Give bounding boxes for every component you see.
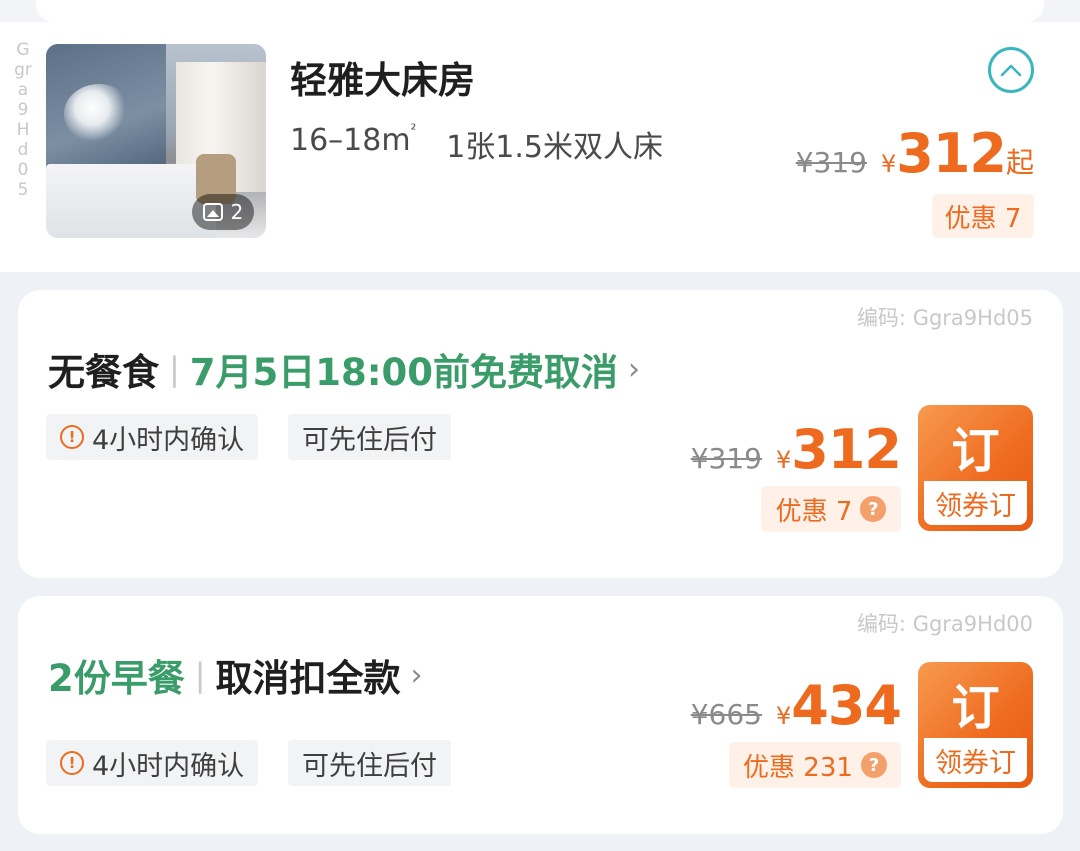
room-discount-badge: 优惠 7	[932, 194, 1034, 238]
plan-code: 编码: Ggra9Hd00	[856, 612, 1033, 636]
room-original-price: ¥319	[795, 146, 867, 179]
alert-icon: !	[60, 751, 84, 775]
plan-discount-text: 优惠 7	[775, 496, 853, 527]
room-area-value: 16–18m	[290, 123, 411, 158]
confirm-tag: ! 4小时内确认	[46, 414, 259, 460]
room-price-suffix: 起	[1005, 146, 1034, 179]
plan-price: ¥665 ¥ 434	[690, 674, 902, 737]
plan-price-value: 312	[791, 418, 902, 481]
rate-plan-card[interactable]: 编码: Ggra9Hd00 2份早餐 | 取消扣全款 › ! 4小时内确认 可先…	[18, 596, 1063, 834]
plan-cancel-policy: 取消扣全款	[215, 657, 401, 700]
room-price: ¥319 ¥ 312 起	[796, 122, 1034, 185]
pay-later-tag: 可先住后付	[288, 740, 451, 786]
plan-original-price: ¥665	[690, 698, 762, 731]
confirm-tag-text: 4小时内确认	[92, 750, 245, 782]
plan-price: ¥319 ¥ 312	[690, 418, 902, 481]
room-bed: 1张1.5米双人床	[446, 130, 663, 165]
room-area: 16–18m²	[290, 122, 416, 166]
plan-currency: ¥	[775, 702, 792, 730]
photo-count: 2	[230, 200, 244, 224]
plan-title[interactable]: 无餐食 | 7月5日18:00前免费取消 ›	[48, 342, 640, 396]
title-separator: |	[194, 656, 206, 694]
book-button-label: 订	[951, 423, 1000, 479]
room-spec: 16–18m² 1张1.5米双人床	[290, 122, 663, 166]
confirm-tag: ! 4小时内确认	[46, 740, 259, 786]
plan-meal: 无餐食	[48, 351, 159, 394]
alert-icon: !	[60, 425, 84, 449]
photo-flower-mural	[64, 84, 134, 144]
coupon-book-label: 领券订	[924, 481, 1027, 525]
plan-title[interactable]: 2份早餐 | 取消扣全款 ›	[48, 648, 423, 702]
plan-cancel-policy: 7月5日18:00前免费取消	[189, 351, 619, 394]
question-icon: ?	[860, 496, 887, 522]
plan-price-value: 434	[791, 674, 902, 737]
plan-code: 编码: Ggra9Hd05	[856, 306, 1033, 330]
chevron-right-icon: ›	[410, 657, 423, 693]
room-header[interactable]: Ggra9Hd05 2 轻雅大床房 16–18m² 1张1.5米双人床 ¥319…	[0, 22, 1080, 272]
question-icon: ?	[860, 752, 887, 778]
room-currency: ¥	[880, 150, 897, 178]
coupon-book-label: 领券订	[924, 738, 1027, 782]
confirm-tag-text: 4小时内确认	[92, 424, 245, 456]
plan-original-price: ¥319	[690, 442, 762, 475]
room-name: 轻雅大床房	[290, 59, 475, 102]
room-discount-text: 优惠 7	[944, 203, 1022, 234]
chevron-up-icon	[1000, 64, 1022, 77]
title-separator: |	[169, 350, 180, 388]
photo-bed	[46, 164, 216, 238]
top-strip	[0, 0, 1080, 22]
photo-count-badge[interactable]: 2	[192, 194, 254, 230]
pay-later-tag: 可先住后付	[288, 414, 451, 460]
chevron-right-icon: ›	[628, 351, 641, 387]
previous-card-edge	[36, 0, 1044, 22]
area-unit: ²	[410, 122, 417, 138]
book-button[interactable]: 订 领券订	[918, 662, 1033, 788]
book-button[interactable]: 订 领券订	[918, 405, 1033, 531]
plan-discount-badge[interactable]: 优惠 231 ?	[729, 742, 901, 788]
plan-discount-badge[interactable]: 优惠 7 ?	[761, 486, 901, 532]
room-price-value: 312	[896, 122, 1007, 185]
plan-discount-text: 优惠 231	[743, 752, 853, 783]
vertical-code: Ggra9Hd05	[14, 40, 32, 200]
collapse-button[interactable]	[988, 47, 1034, 93]
plan-meal: 2份早餐	[48, 657, 185, 700]
image-icon	[202, 203, 223, 221]
room-photo[interactable]: 2	[46, 44, 266, 238]
plan-currency: ¥	[775, 446, 792, 474]
book-button-label: 订	[951, 680, 1000, 736]
rate-plan-card[interactable]: 编码: Ggra9Hd05 无餐食 | 7月5日18:00前免费取消 › ! 4…	[18, 290, 1063, 578]
